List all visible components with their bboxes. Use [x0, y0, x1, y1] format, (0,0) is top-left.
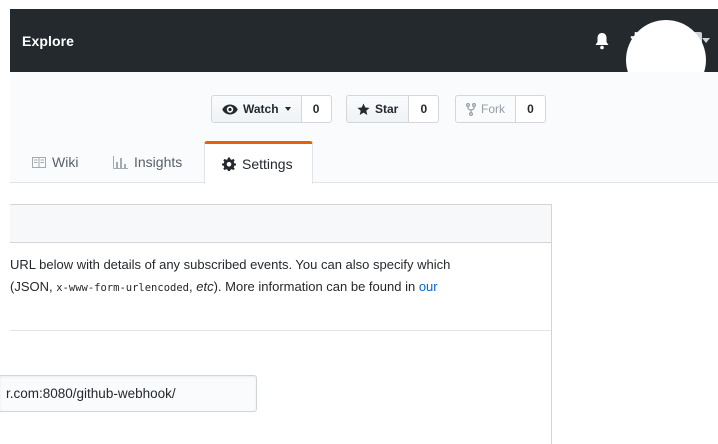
webhook-description: URL below with details of any subscribed…	[0, 254, 530, 299]
eye-icon	[222, 104, 238, 114]
explore-link[interactable]: Explore	[22, 33, 74, 49]
book-icon	[32, 156, 46, 168]
star-icon	[357, 102, 370, 115]
watch-label: Watch	[243, 102, 279, 116]
watch-count[interactable]: 0	[301, 95, 332, 123]
fork-count[interactable]: 0	[516, 95, 546, 123]
description-etc: etc	[196, 279, 214, 294]
description-line-2-start: (JSON,	[10, 279, 57, 294]
tab-settings[interactable]: Settings	[204, 141, 313, 184]
box-header	[10, 205, 551, 243]
fork-button[interactable]: Fork	[455, 95, 516, 123]
tab-wiki[interactable]: Wiki	[32, 141, 78, 183]
star-button-group: Star 0	[346, 95, 440, 123]
tab-wiki-label: Wiki	[52, 154, 79, 170]
chevron-down-icon	[284, 107, 291, 111]
top-header: Explore +	[10, 9, 718, 72]
description-line-2-end: ). More information can be found in	[213, 279, 419, 294]
fork-icon	[466, 102, 476, 116]
star-count[interactable]: 0	[409, 95, 440, 123]
star-label: Star	[375, 102, 399, 116]
graph-icon	[113, 155, 128, 169]
payload-url-field[interactable]	[0, 375, 257, 412]
tab-insights[interactable]: Insights	[113, 141, 182, 183]
gear-icon	[222, 157, 236, 171]
section-divider	[10, 330, 551, 331]
watch-button[interactable]: Watch	[211, 95, 302, 123]
watch-button-group: Watch 0	[211, 95, 332, 123]
fork-label: Fork	[481, 102, 505, 116]
fork-button-group: Fork 0	[455, 95, 546, 123]
documentation-link[interactable]: our	[419, 279, 438, 294]
content-type-code: x-www-form-urlencoded	[56, 282, 189, 294]
user-menu-caret-icon[interactable]	[702, 38, 710, 43]
notifications-bell-icon[interactable]	[594, 32, 610, 50]
star-button[interactable]: Star	[346, 95, 410, 123]
tab-insights-label: Insights	[134, 154, 183, 170]
tab-settings-label: Settings	[242, 156, 293, 172]
description-line-1: URL below with details of any subscribed…	[10, 257, 451, 272]
